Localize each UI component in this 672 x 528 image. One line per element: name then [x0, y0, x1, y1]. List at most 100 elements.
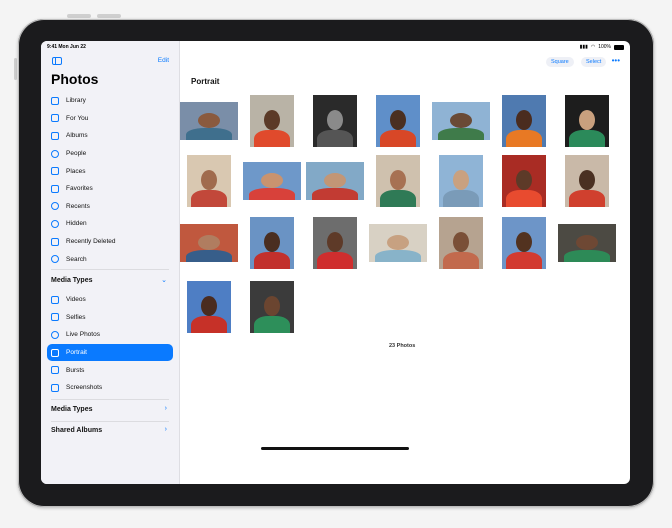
selfie-icon: [51, 313, 59, 322]
media-types-header[interactable]: Media Types: [51, 277, 93, 284]
sidebar-toggle-icon[interactable]: [52, 57, 62, 65]
photo-thumbnail[interactable]: [432, 102, 490, 140]
status-right: ▮▮▮ ◠ 100%: [580, 44, 624, 50]
sidebar-item-label: Screenshots: [66, 384, 103, 392]
people-icon: [51, 149, 59, 158]
albums-icon: [51, 131, 59, 140]
sidebar-item-label: For You: [66, 114, 89, 122]
sidebar-item-albums[interactable]: Albums: [41, 127, 179, 145]
photo-thumbnail[interactable]: [250, 281, 294, 333]
sidebar-item-places[interactable]: Places: [41, 162, 179, 180]
photo-thumbnail[interactable]: [180, 224, 238, 262]
battery-icon: [614, 44, 624, 50]
for-you-icon: [51, 114, 59, 123]
sidebar-item-label: Places: [66, 167, 86, 175]
status-time: 9:41 Mon Jun 22: [47, 44, 86, 50]
photo-thumbnail[interactable]: [313, 217, 357, 269]
top-button: [14, 58, 17, 80]
photo-thumbnail[interactable]: [565, 155, 609, 207]
library-icon: [51, 96, 59, 105]
video-icon: [51, 295, 59, 304]
volume-button: [97, 14, 121, 18]
sidebar-item-selfies[interactable]: Selfies: [41, 309, 179, 327]
signal-icon: ▮▮▮: [579, 44, 588, 50]
photo-thumbnail[interactable]: [180, 102, 238, 140]
photo-thumbnail[interactable]: [250, 95, 294, 147]
sidebar-item-label: Portrait: [66, 349, 87, 357]
sidebar: 9:41 Mon Jun 22 Edit Photos Library For Y…: [41, 41, 180, 484]
photo-thumbnail[interactable]: [187, 155, 231, 207]
sidebar-item-label: Albums: [66, 132, 88, 140]
clock-icon: [51, 202, 59, 211]
sidebar-item-for-you[interactable]: For You: [41, 110, 179, 128]
sidebar-item-bursts[interactable]: Bursts: [41, 361, 179, 379]
sidebar-item-label: Search: [66, 255, 87, 263]
photo-thumbnail[interactable]: [502, 217, 546, 269]
divider: [51, 421, 169, 422]
photo-thumbnail[interactable]: [369, 224, 427, 262]
sidebar-item-label: Recents: [66, 202, 90, 210]
home-indicator: [261, 447, 409, 450]
sidebar-item-label: Favorites: [66, 185, 93, 193]
sidebar-item-recents[interactable]: Recents: [41, 198, 179, 216]
screenshot-icon: [51, 383, 59, 392]
wifi-icon: ◠: [590, 44, 596, 50]
trash-icon: [51, 237, 59, 246]
sidebar-item-live-photos[interactable]: Live Photos: [41, 326, 179, 344]
sidebar-item-label: Hidden: [66, 220, 87, 228]
page-title: Portrait: [191, 77, 220, 86]
sidebar-item-label: Videos: [66, 296, 86, 304]
sidebar-item-hidden[interactable]: Hidden: [41, 215, 179, 233]
photo-thumbnail[interactable]: [558, 224, 616, 262]
more-icon[interactable]: •••: [612, 56, 620, 65]
sidebar-item-library[interactable]: Library: [41, 92, 179, 110]
live-photo-icon: [51, 330, 59, 339]
sidebar-nav: Library For You Albums People Places Favorite…: [41, 92, 179, 268]
bursts-icon: [51, 366, 59, 375]
photo-thumbnail[interactable]: [376, 95, 420, 147]
sidebar-item-recently-deleted[interactable]: Recently Deleted: [41, 233, 179, 251]
sidebar-item-label: Library: [66, 97, 86, 105]
places-icon: [51, 167, 59, 176]
select-button[interactable]: Select: [581, 57, 607, 67]
divider: [51, 269, 169, 270]
divider: [51, 399, 169, 400]
photo-thumbnail[interactable]: [502, 95, 546, 147]
sidebar-item-portrait[interactable]: Portrait: [47, 343, 173, 362]
sidebar-item-label: Bursts: [66, 366, 85, 374]
volume-button: [67, 14, 91, 18]
sidebar-item-favorites[interactable]: Favorites: [41, 180, 179, 198]
battery-text: 100%: [598, 44, 611, 50]
heart-icon: [51, 184, 59, 193]
chevron-right-icon[interactable]: ›: [165, 426, 167, 433]
photo-thumbnail[interactable]: [439, 155, 483, 207]
sidebar-item-label: Selfies: [66, 313, 86, 321]
eye-icon: [51, 219, 59, 228]
screen: 9:41 Mon Jun 22 Edit Photos Library For Y…: [41, 41, 630, 484]
chevron-down-icon[interactable]: ⌄: [161, 276, 167, 284]
square-button[interactable]: Square: [546, 57, 574, 67]
shared-albums-section[interactable]: Shared Albums: [51, 427, 102, 434]
app-title: Photos: [51, 71, 99, 87]
edit-button[interactable]: Edit: [158, 57, 169, 64]
sidebar-item-label: Live Photos: [66, 331, 100, 339]
chevron-right-icon[interactable]: ›: [165, 405, 167, 412]
photo-thumbnail[interactable]: [376, 155, 420, 207]
photo-count: 23 Photos: [389, 343, 416, 349]
sidebar-item-people[interactable]: People: [41, 145, 179, 163]
media-types-section[interactable]: Media Types: [51, 406, 93, 413]
sidebar-item-search[interactable]: Search: [41, 250, 179, 268]
photo-thumbnail[interactable]: [306, 162, 364, 200]
photo-thumbnail[interactable]: [250, 217, 294, 269]
sidebar-item-label: People: [66, 150, 87, 158]
photo-thumbnail[interactable]: [187, 281, 231, 333]
search-icon: [51, 255, 59, 264]
photo-thumbnail[interactable]: [502, 155, 546, 207]
media-types-nav: Videos Selfies Live Photos Portrait Bursts Sc…: [41, 291, 179, 397]
sidebar-item-screenshots[interactable]: Screenshots: [41, 379, 179, 397]
photo-thumbnail[interactable]: [565, 95, 609, 147]
sidebar-item-videos[interactable]: Videos: [41, 291, 179, 309]
photo-thumbnail[interactable]: [313, 95, 357, 147]
photo-thumbnail[interactable]: [243, 162, 301, 200]
photo-thumbnail[interactable]: [439, 217, 483, 269]
